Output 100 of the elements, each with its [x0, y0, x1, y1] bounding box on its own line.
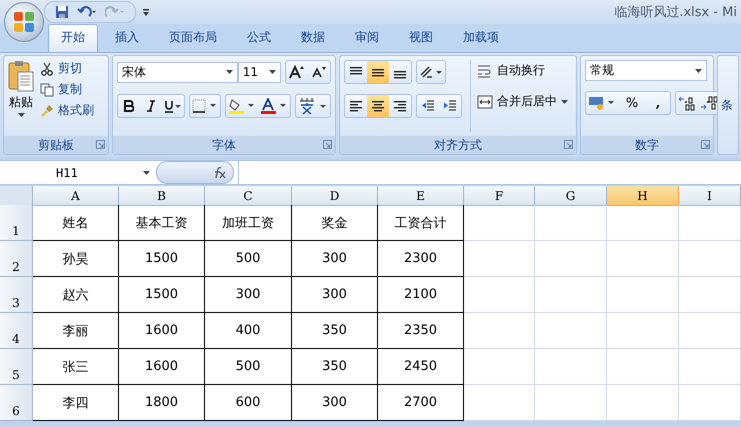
dropdown-arrow-icon[interactable]	[269, 70, 276, 74]
ribbon-tab[interactable]: 视图	[396, 24, 446, 52]
italic-icon	[146, 100, 156, 112]
table-cell: 350	[292, 313, 378, 349]
wrap-text-button[interactable]: 自动换行	[477, 62, 568, 79]
table-cell: 加班工资	[205, 205, 292, 241]
scissors-icon	[40, 62, 54, 76]
empty-cell	[607, 277, 679, 313]
column-header[interactable]: A	[33, 186, 119, 206]
merge-center-button[interactable]: 合并后居中	[477, 93, 568, 110]
column-header[interactable]: E	[378, 186, 464, 206]
empty-cell	[464, 277, 535, 313]
ribbon-tab[interactable]: 公式	[234, 24, 284, 52]
ribbon-tab[interactable]: 页面布局	[156, 24, 230, 52]
paste-button[interactable]: 粘贴	[8, 60, 34, 132]
angled-text-icon	[419, 65, 443, 79]
format-painter-button[interactable]: 格式刷	[40, 102, 94, 119]
copy-icon	[40, 82, 54, 96]
empty-cell	[607, 241, 679, 277]
dropdown-arrow-icon[interactable]	[143, 170, 150, 174]
column-header[interactable]: B	[119, 186, 205, 206]
comma-button[interactable]: ,	[646, 92, 670, 114]
merge-cells-icon	[477, 94, 493, 108]
group-title: 数字	[635, 136, 659, 154]
row-header[interactable]: 2	[0, 241, 33, 277]
row-header[interactable]: 6	[0, 385, 33, 421]
table-cell: 赵六	[33, 277, 119, 313]
ribbon-tab[interactable]: 加载项	[450, 24, 512, 52]
copy-button[interactable]: 复制	[40, 81, 94, 98]
horizontal-align-button[interactable]	[367, 95, 389, 117]
column-header[interactable]: I	[679, 186, 741, 206]
empty-cell	[679, 349, 741, 385]
phonetic-guide-icon	[298, 97, 328, 115]
group-title: 剪贴板	[38, 136, 74, 154]
undo-icon[interactable]	[77, 6, 97, 18]
empty-cell	[679, 241, 741, 277]
ribbon-tab[interactable]: 开始	[48, 24, 98, 52]
dropdown-arrow-icon[interactable]	[18, 113, 24, 117]
table-cell: 1500	[119, 277, 205, 313]
empty-cell	[464, 313, 535, 349]
table-cell: 工资合计	[378, 205, 464, 241]
window-title: 临海听风过.xlsx - Mi	[614, 4, 738, 21]
cut-button[interactable]: 剪切	[40, 60, 94, 77]
empty-cell	[679, 385, 741, 421]
align-left-icon	[349, 99, 363, 113]
table-cell: 400	[205, 313, 292, 349]
empty-cell	[535, 277, 607, 313]
table-cell: 1500	[119, 241, 205, 277]
font-name-field[interactable]: 宋体	[117, 62, 238, 82]
dropdown-arrow-icon[interactable]	[695, 68, 702, 72]
column-header[interactable]: H	[607, 186, 679, 206]
table-cell: 2700	[378, 385, 464, 421]
number-format-field[interactable]: 常规	[585, 60, 707, 81]
name-box[interactable]: H11	[0, 161, 156, 184]
font-size-field[interactable]: 11	[238, 62, 281, 82]
row-header[interactable]: 3	[0, 277, 33, 313]
row-header[interactable]: 5	[0, 349, 33, 385]
wrap-text-icon	[477, 64, 493, 78]
percent-button[interactable]: %	[618, 92, 646, 114]
group-title: 对齐方式	[434, 136, 482, 154]
column-header[interactable]: C	[205, 186, 292, 206]
empty-cell	[607, 349, 679, 385]
empty-cell	[679, 277, 741, 313]
table-cell: 孙昊	[33, 241, 119, 277]
paint-bucket-icon	[228, 98, 256, 114]
row-header[interactable]: 1	[0, 205, 33, 241]
font-color-icon	[260, 98, 288, 114]
empty-cell	[535, 205, 607, 241]
dropdown-arrow-icon[interactable]	[561, 100, 568, 104]
ribbon-tab[interactable]: 插入	[102, 24, 152, 52]
dropdown-arrow-icon[interactable]	[226, 70, 233, 74]
table-cell: 300	[292, 277, 378, 313]
table-cell: 姓名	[33, 205, 119, 241]
bold-icon	[124, 100, 134, 112]
table-cell: 李四	[33, 385, 119, 421]
vertical-align-button[interactable]	[367, 61, 389, 83]
table-cell: 2300	[378, 241, 464, 277]
column-header[interactable]: D	[292, 186, 378, 206]
column-header[interactable]: F	[464, 186, 535, 206]
table-cell: 2100	[378, 277, 464, 313]
ribbon-tab[interactable]: 数据	[288, 24, 338, 52]
currency-icon	[588, 95, 616, 111]
table-cell: 500	[205, 349, 292, 385]
increase-indent-icon	[443, 99, 457, 113]
column-header[interactable]: G	[535, 186, 607, 206]
grow-font-icon	[289, 65, 305, 79]
row-header[interactable]: 4	[0, 313, 33, 349]
save-icon[interactable]	[55, 5, 69, 19]
clipboard-icon	[8, 60, 34, 92]
table-cell: 1600	[119, 313, 205, 349]
empty-cell	[679, 205, 741, 241]
ribbon-tab[interactable]: 审阅	[342, 24, 392, 52]
table-cell: 2450	[378, 349, 464, 385]
empty-cell	[535, 313, 607, 349]
group-label: 条	[721, 96, 734, 114]
borders-icon	[192, 99, 218, 113]
customize-toolbar-icon[interactable]	[142, 8, 150, 16]
underline-icon	[164, 100, 182, 112]
insert-function-button[interactable]	[156, 161, 234, 184]
empty-cell	[535, 349, 607, 385]
